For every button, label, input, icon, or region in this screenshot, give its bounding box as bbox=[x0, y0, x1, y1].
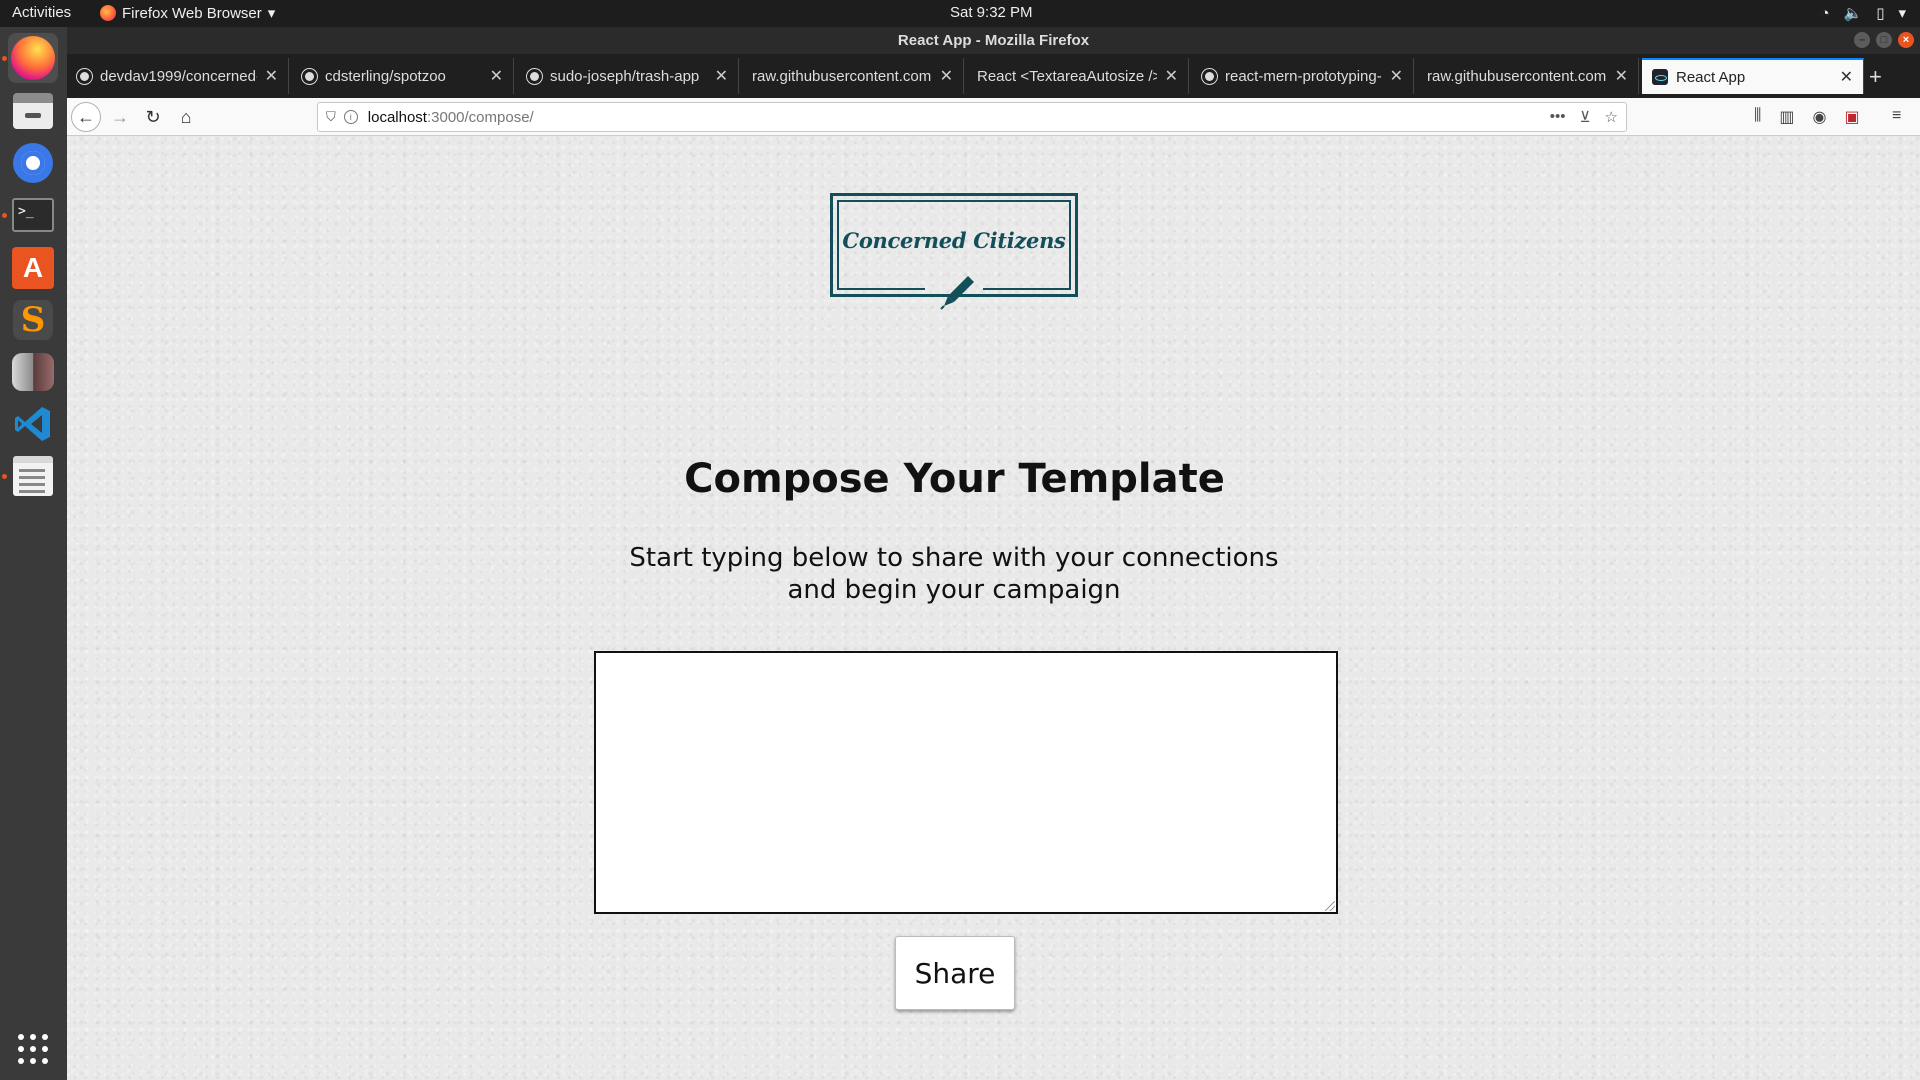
files-icon bbox=[13, 93, 53, 129]
volume-icon: 🔈 bbox=[1843, 5, 1863, 22]
app-menu-label: Firefox Web Browser bbox=[122, 4, 262, 22]
url-path: :3000/compose/ bbox=[426, 108, 534, 126]
close-tab-icon[interactable]: ✕ bbox=[1615, 66, 1628, 86]
close-tab-icon[interactable]: ✕ bbox=[1840, 67, 1853, 87]
dock: >_ A S bbox=[0, 27, 67, 1080]
page-title: Compose Your Template bbox=[684, 456, 1225, 502]
github-icon bbox=[77, 68, 92, 84]
activities-button[interactable]: Activities bbox=[12, 4, 71, 21]
sidebar-icon[interactable]: ▥ bbox=[1779, 107, 1794, 127]
library-icon[interactable]: ⫼ bbox=[1754, 107, 1761, 127]
window-titlebar[interactable]: React App - Mozilla Firefox – □ × bbox=[67, 27, 1920, 54]
react-icon bbox=[1652, 69, 1668, 85]
github-icon bbox=[1202, 68, 1217, 84]
sublime-text-icon: S bbox=[13, 300, 53, 340]
maximize-button[interactable]: □ bbox=[1876, 32, 1892, 48]
battery-icon: ▯ bbox=[1876, 5, 1885, 22]
close-tab-icon[interactable]: ✕ bbox=[940, 66, 953, 86]
extension-icon[interactable]: ▣ bbox=[1844, 107, 1859, 127]
close-tab-icon[interactable]: ✕ bbox=[715, 66, 728, 86]
app-menu[interactable]: Firefox Web Browser ▾ bbox=[100, 4, 275, 22]
tab-label: React <TextareaAutosize /> bbox=[977, 67, 1157, 85]
dock-firefox[interactable] bbox=[8, 33, 58, 83]
text-editor-icon bbox=[13, 456, 53, 496]
tab-label: sudo-joseph/trash-app bbox=[550, 67, 700, 85]
close-tab-icon[interactable]: ✕ bbox=[1390, 66, 1403, 86]
tab[interactable]: react-mern-prototyping- ✕ bbox=[1192, 58, 1414, 94]
show-applications-button[interactable] bbox=[18, 1034, 48, 1064]
site-logo[interactable]: Concerned Citizens bbox=[830, 193, 1078, 310]
dock-sublime[interactable]: S bbox=[8, 295, 58, 345]
tab-bar: devdav1999/concerned- ✕ cdsterling/spotz… bbox=[67, 54, 1920, 98]
caret-down-icon: ▾ bbox=[1898, 5, 1906, 22]
system-top-bar: Activities Firefox Web Browser ▾ Sat 9:3… bbox=[0, 0, 1920, 27]
firefox-icon bbox=[11, 36, 55, 80]
bookmark-star-icon[interactable]: ☆ bbox=[1605, 108, 1618, 126]
tab-label: devdav1999/concerned- bbox=[100, 67, 257, 85]
tab[interactable]: React <TextareaAutosize /> ✕ bbox=[967, 58, 1189, 94]
close-window-button[interactable]: × bbox=[1898, 32, 1914, 48]
close-tab-icon[interactable]: ✕ bbox=[490, 66, 503, 86]
app-icon bbox=[12, 353, 54, 391]
tab[interactable]: devdav1999/concerned- ✕ bbox=[67, 58, 289, 94]
vscode-icon bbox=[15, 407, 50, 441]
tracking-shield-icon[interactable]: ⛉ bbox=[326, 109, 336, 125]
pen-icon bbox=[940, 276, 974, 310]
tab[interactable]: raw.githubusercontent.com ✕ bbox=[742, 58, 964, 94]
page-subtitle: Start typing below to share with your co… bbox=[629, 543, 1279, 605]
page-content: Concerned Citizens Compose Your Template… bbox=[67, 136, 1920, 1080]
github-icon bbox=[527, 68, 542, 84]
tab-label: raw.githubusercontent.com bbox=[752, 67, 932, 85]
firefox-icon bbox=[100, 5, 116, 21]
site-info-icon[interactable]: i bbox=[343, 110, 358, 124]
dock-vscode[interactable] bbox=[8, 399, 58, 449]
caret-down-icon: ▾ bbox=[267, 5, 276, 22]
pocket-icon[interactable]: ⊻ bbox=[1580, 108, 1591, 126]
window-title: React App - Mozilla Firefox bbox=[897, 32, 1090, 49]
share-button[interactable]: Share bbox=[895, 936, 1015, 1010]
running-indicator bbox=[2, 56, 7, 61]
tab[interactable]: raw.githubusercontent.com ✕ bbox=[1417, 58, 1639, 94]
resize-grip[interactable] bbox=[1325, 901, 1335, 911]
tab[interactable]: cdsterling/spotzoo ✕ bbox=[292, 58, 514, 94]
tab-label: React App bbox=[1676, 68, 1746, 86]
home-button[interactable]: ⌂ bbox=[171, 102, 201, 132]
dock-chromium[interactable] bbox=[8, 138, 58, 188]
running-indicator bbox=[2, 474, 7, 479]
forward-button[interactable]: → bbox=[105, 102, 135, 132]
clock[interactable]: Sat 9:32 PM bbox=[950, 4, 1033, 21]
logo-text: Concerned Citizens bbox=[842, 228, 1066, 253]
menu-icon[interactable]: ≡ bbox=[1892, 107, 1901, 125]
system-tray[interactable]: ◔ 🔈 ▯ ▾ bbox=[1820, 4, 1906, 23]
dock-app[interactable] bbox=[8, 347, 58, 397]
tab-label: cdsterling/spotzoo bbox=[325, 67, 446, 85]
reload-button[interactable]: ↻ bbox=[138, 102, 168, 132]
tab[interactable]: sudo-joseph/trash-app ✕ bbox=[517, 58, 739, 94]
wifi-icon: ◔ bbox=[1820, 4, 1830, 22]
chromium-icon bbox=[13, 143, 53, 183]
tab-label: react-mern-prototyping- bbox=[1225, 67, 1382, 85]
dock-software[interactable]: A bbox=[8, 243, 58, 293]
back-button[interactable]: ← bbox=[71, 102, 101, 132]
terminal-icon: >_ bbox=[12, 198, 54, 232]
close-tab-icon[interactable]: ✕ bbox=[265, 66, 278, 86]
running-indicator bbox=[2, 213, 7, 218]
url-host: localhost bbox=[367, 108, 427, 126]
dock-text-editor[interactable] bbox=[8, 451, 58, 501]
dock-files[interactable] bbox=[8, 86, 58, 136]
page-actions-icon[interactable]: ••• bbox=[1550, 108, 1566, 126]
tab-label: raw.githubusercontent.com bbox=[1427, 67, 1607, 85]
new-tab-button[interactable]: + bbox=[1869, 64, 1882, 90]
firefox-window: React App - Mozilla Firefox – □ × devdav… bbox=[67, 27, 1920, 1080]
tab-active[interactable]: React App ✕ bbox=[1642, 58, 1864, 94]
navigation-toolbar: ← → ↻ ⌂ ⛉ i localhost :3000/compose/ •••… bbox=[67, 98, 1920, 136]
template-textarea[interactable] bbox=[594, 651, 1338, 914]
close-tab-icon[interactable]: ✕ bbox=[1165, 66, 1178, 86]
url-bar[interactable]: ⛉ i localhost :3000/compose/ ••• ⊻ ☆ bbox=[317, 102, 1627, 132]
account-icon[interactable]: ◉ bbox=[1813, 107, 1827, 127]
github-icon bbox=[302, 68, 317, 84]
software-store-icon: A bbox=[12, 247, 54, 289]
dock-terminal[interactable]: >_ bbox=[8, 190, 58, 240]
minimize-button[interactable]: – bbox=[1854, 32, 1870, 48]
